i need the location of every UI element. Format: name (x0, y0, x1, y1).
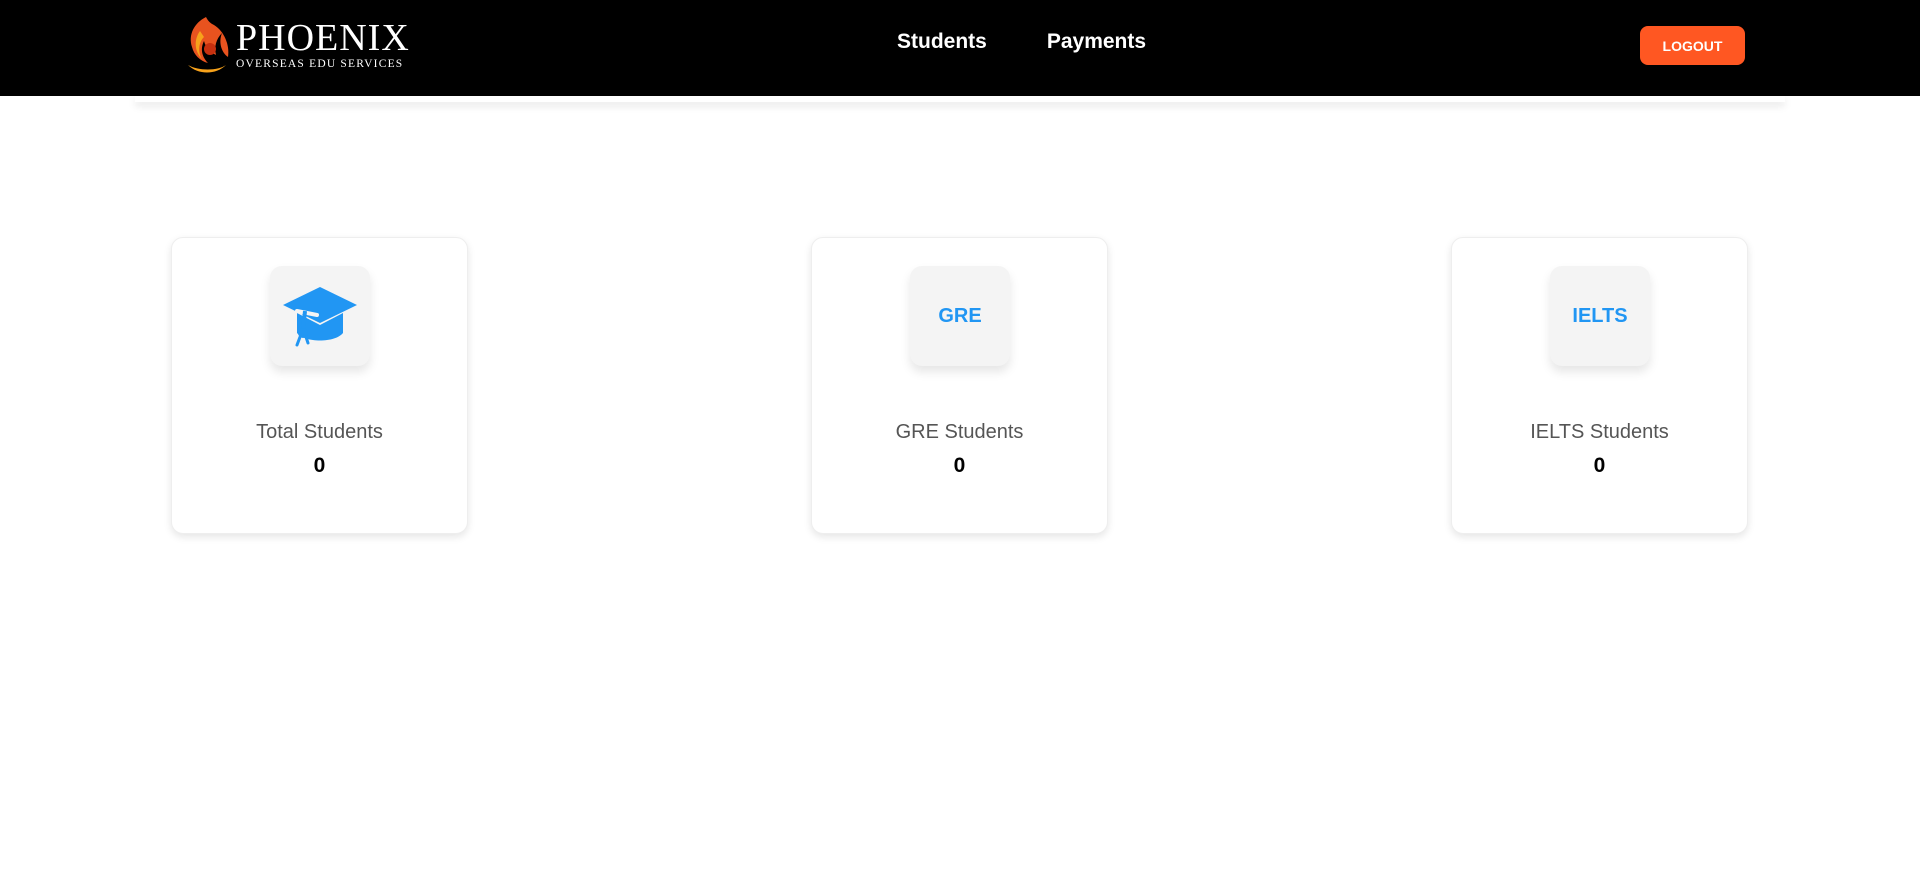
ielts-icon: IELTS (1550, 266, 1650, 366)
graduation-cap-icon (283, 287, 357, 347)
gre-icon: GRE (910, 266, 1010, 366)
card-icon-box (270, 266, 370, 366)
brand-subtitle: OVERSEAS EDU SERVICES (236, 58, 404, 71)
card-value: 0 (1593, 454, 1606, 477)
top-navbar: PHOENIX OVERSEAS EDU SERVICES Students P… (0, 0, 1920, 96)
stat-card-ielts-students[interactable]: IELTS IELTS Students 0 (1451, 237, 1748, 534)
card-label: GRE Students (895, 421, 1024, 443)
card-value: 0 (953, 454, 966, 477)
stat-card-total-students[interactable]: Total Students 0 (171, 237, 468, 534)
navbar-shadow (135, 96, 1785, 102)
card-label: Total Students (256, 421, 383, 443)
brand-logo[interactable]: PHOENIX OVERSEAS EDU SERVICES (180, 12, 410, 78)
brand-text: PHOENIX OVERSEAS EDU SERVICES (236, 19, 410, 71)
brand-title: PHOENIX (236, 17, 410, 60)
nav-link-payments[interactable]: Payments (1047, 30, 1146, 54)
stat-card-gre-students[interactable]: GRE GRE Students 0 (811, 237, 1108, 534)
card-value: 0 (313, 454, 326, 477)
card-label: IELTS Students (1530, 421, 1669, 443)
logout-button[interactable]: LOGOUT (1640, 26, 1745, 65)
main-nav: Students Payments (897, 30, 1146, 54)
nav-link-students[interactable]: Students (897, 30, 987, 54)
phoenix-logo-icon (188, 17, 229, 73)
